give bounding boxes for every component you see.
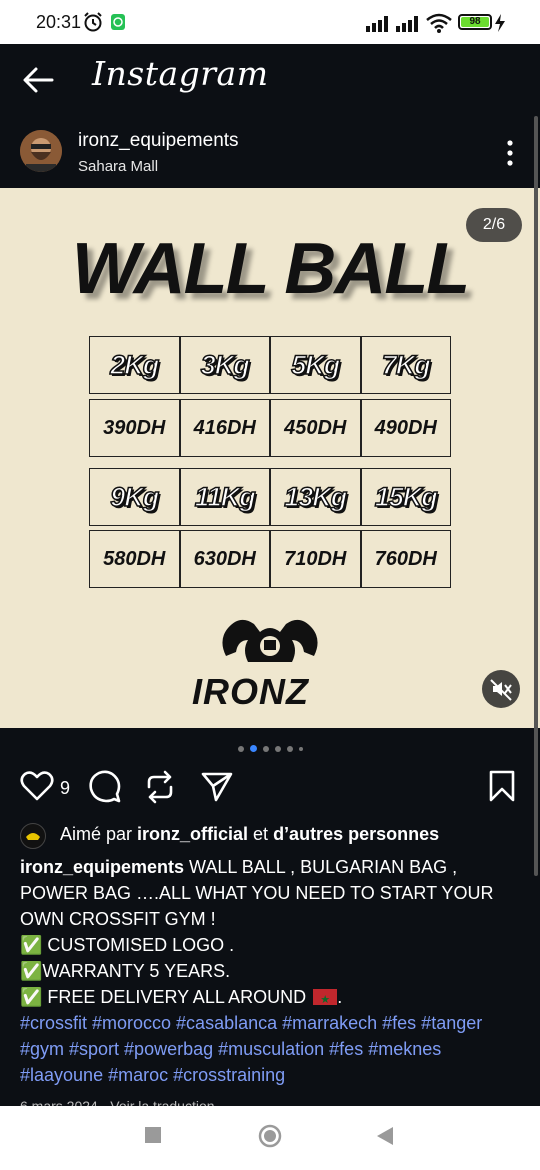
carousel-dot bbox=[286, 745, 293, 752]
weight-cell: 11Kg bbox=[179, 468, 270, 526]
caption-line: ✅ FREE DELIVERY ALL AROUND . bbox=[20, 984, 520, 1013]
liked-by-middle: et bbox=[248, 824, 274, 844]
comment-icon[interactable] bbox=[88, 770, 122, 804]
weight-cell: 2Kg bbox=[89, 336, 180, 394]
post-username[interactable]: ironz_equipements bbox=[78, 130, 239, 152]
recents-icon[interactable] bbox=[144, 1126, 162, 1144]
post-location[interactable]: Sahara Mall bbox=[78, 158, 158, 175]
carousel-dot bbox=[262, 745, 269, 752]
caption-hashtags[interactable]: #crossfit #morocco #casablanca #marrakec… bbox=[20, 1010, 520, 1088]
prices-row-2: 580DH 630DH 710DH 760DH bbox=[89, 530, 451, 588]
caption-username[interactable]: ironz_equipements bbox=[20, 857, 184, 877]
ironz-brand-logo: IRONZ bbox=[192, 619, 318, 710]
status-time: 20:31 bbox=[36, 12, 82, 32]
carousel-dot-active bbox=[249, 745, 257, 753]
wifi-icon bbox=[426, 13, 452, 33]
price-cell: 580DH bbox=[89, 530, 180, 588]
carousel-dot bbox=[298, 746, 303, 751]
price-cell: 710DH bbox=[270, 530, 361, 588]
image-title: WALL BALL bbox=[71, 229, 471, 309]
weights-row-2: 9Kg 11Kg 13Kg 15Kg bbox=[89, 468, 451, 526]
carousel-indicator bbox=[0, 740, 540, 754]
system-nav-bar bbox=[0, 1106, 540, 1170]
weight-cell: 13Kg bbox=[270, 468, 361, 526]
caption-line: ✅WARRANTY 5 YEARS. bbox=[20, 961, 231, 981]
app-header: Instagram bbox=[0, 44, 540, 116]
heart-icon[interactable] bbox=[20, 770, 54, 802]
speaker-muted-icon bbox=[490, 679, 512, 701]
price-cell: 760DH bbox=[360, 530, 451, 588]
post-image[interactable]: 2/6 WALL BALL 2Kg 3Kg 5Kg 7Kg 390DH 416D… bbox=[0, 188, 540, 728]
morocco-flag-icon bbox=[313, 987, 338, 1013]
price-cell: 490DH bbox=[360, 399, 451, 457]
carousel-dot bbox=[274, 745, 281, 752]
price-cell: 630DH bbox=[179, 530, 270, 588]
mute-button[interactable] bbox=[482, 670, 520, 708]
liked-by-others[interactable]: d’autres personnes bbox=[273, 824, 439, 844]
status-bar: 20:31 98 bbox=[0, 0, 540, 44]
post-actions: 9 bbox=[0, 764, 540, 810]
liked-by-user[interactable]: ironz_official bbox=[137, 824, 248, 844]
alarm-icon bbox=[84, 12, 102, 32]
send-icon[interactable] bbox=[200, 770, 234, 804]
liked-by-text: Aimé par ironz_official et d’autres pers… bbox=[60, 824, 439, 845]
weight-cell: 7Kg bbox=[360, 336, 451, 394]
caption-text: ✅ FREE DELIVERY ALL AROUND bbox=[20, 987, 312, 1007]
price-cell: 390DH bbox=[89, 399, 180, 457]
liked-by-avatar bbox=[20, 823, 46, 849]
caption-text: . bbox=[337, 987, 343, 1007]
weights-row-1: 2Kg 3Kg 5Kg 7Kg bbox=[89, 336, 451, 394]
repost-icon[interactable] bbox=[144, 770, 176, 804]
battery-icon: 98 bbox=[458, 14, 492, 30]
liked-by[interactable]: Aimé par ironz_official et d’autres pers… bbox=[20, 822, 520, 849]
weight-cell: 5Kg bbox=[270, 336, 361, 394]
caption-line: ironz_equipements WALL BALL , BULGARIAN … bbox=[20, 854, 520, 932]
whatsapp-icon bbox=[111, 14, 125, 30]
bookmark-icon[interactable] bbox=[488, 770, 516, 802]
prices-row-1: 390DH 416DH 450DH 490DH bbox=[89, 399, 451, 457]
back-arrow-icon[interactable] bbox=[20, 64, 56, 96]
vertical-dots-icon[interactable] bbox=[498, 138, 522, 168]
scrollbar[interactable] bbox=[534, 116, 538, 876]
post-date: 6 mars 2024 · Voir la traduction bbox=[20, 1098, 215, 1106]
price-cell: 416DH bbox=[179, 399, 270, 457]
avatar[interactable] bbox=[20, 130, 62, 172]
signal-icon bbox=[396, 16, 418, 32]
weight-cell: 3Kg bbox=[179, 336, 270, 394]
caption-line: ✅ CUSTOMISED LOGO . bbox=[20, 935, 235, 955]
brand-text: IRONZ bbox=[192, 671, 310, 710]
charging-bolt-icon bbox=[495, 14, 505, 32]
weight-cell: 15Kg bbox=[360, 468, 451, 526]
battery-level: 98 bbox=[469, 16, 481, 27]
weight-cell: 9Kg bbox=[89, 468, 180, 526]
like-count[interactable]: 9 bbox=[60, 778, 70, 799]
signal-icon bbox=[366, 16, 388, 32]
price-cell: 450DH bbox=[270, 399, 361, 457]
back-icon[interactable] bbox=[376, 1126, 394, 1146]
liked-by-prefix: Aimé par bbox=[60, 824, 138, 844]
app-logo: Instagram bbox=[92, 54, 269, 93]
carousel-dot bbox=[237, 745, 244, 752]
post-caption: ironz_equipements WALL BALL , BULGARIAN … bbox=[20, 854, 520, 1088]
post-header: ironz_equipements Sahara Mall bbox=[0, 116, 540, 188]
home-icon[interactable] bbox=[258, 1124, 282, 1148]
